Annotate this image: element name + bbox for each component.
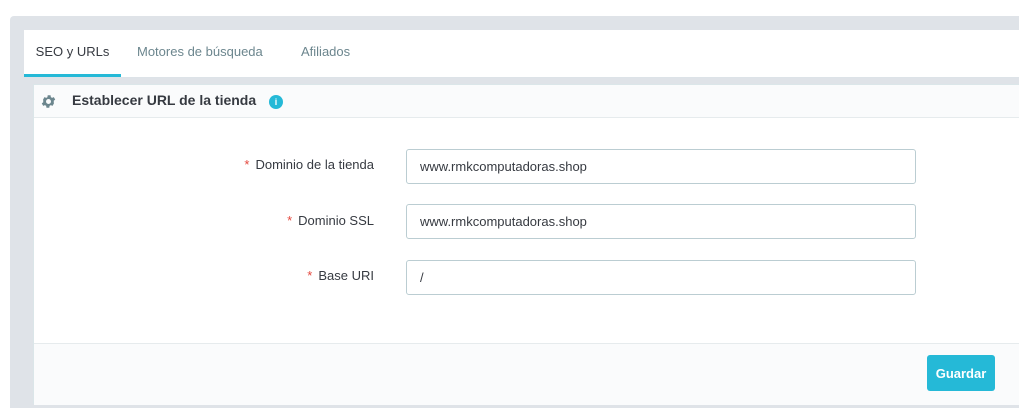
panel-footer: Guardar: [34, 343, 1019, 405]
required-marker: *: [287, 213, 293, 228]
ssl-domain-input[interactable]: [406, 204, 916, 239]
shop-domain-input[interactable]: [406, 149, 916, 184]
tab-affiliates[interactable]: Afiliados: [301, 30, 350, 77]
panel-title: Establecer URL de la tienda: [72, 92, 257, 108]
ssl-domain-label-text: Dominio SSL: [298, 213, 374, 228]
save-button[interactable]: Guardar: [927, 355, 995, 391]
shop-url-panel: Establecer URL de la tienda i * Dominio d…: [33, 84, 1019, 405]
gear-icon: [41, 95, 56, 108]
panel-header: Establecer URL de la tienda i: [34, 85, 1019, 118]
tab-seo-urls[interactable]: SEO y URLs: [24, 30, 121, 77]
tab-bar: SEO y URLs Motores de búsqueda Afiliados: [24, 30, 1019, 78]
base-uri-label: * Base URI: [194, 268, 374, 283]
base-uri-input[interactable]: [406, 260, 916, 295]
base-uri-label-text: Base URI: [318, 268, 374, 283]
shop-domain-label-text: Dominio de la tienda: [255, 157, 374, 172]
tab-search-engines[interactable]: Motores de búsqueda: [137, 30, 263, 77]
info-icon[interactable]: i: [269, 95, 283, 109]
shop-domain-label: * Dominio de la tienda: [194, 157, 374, 172]
ssl-domain-label: * Dominio SSL: [194, 213, 374, 228]
required-marker: *: [244, 157, 250, 172]
required-marker: *: [307, 268, 313, 283]
